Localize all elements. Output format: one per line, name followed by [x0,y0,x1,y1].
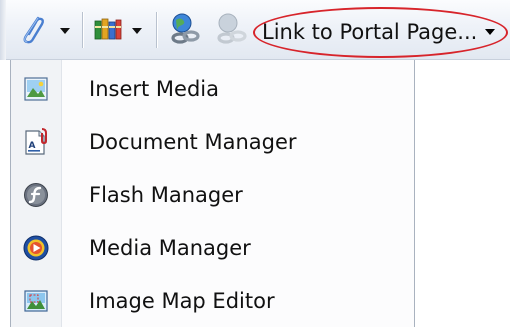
menu-item-media-manager[interactable]: Media Manager [11,222,414,274]
menu-item-flash-manager[interactable]: Flash Manager [11,169,414,221]
books-dropdown-button[interactable] [92,14,142,48]
hyperlink-button[interactable] [168,11,204,51]
insert-dropdown-menu: Insert Media A Document Manager Flash Ma… [10,60,415,327]
svg-text:A: A [29,141,36,151]
hyperlink-icon [168,11,204,51]
toolbar-separator [82,12,83,48]
link-to-portal-page-label: Link to Portal Page... [262,20,478,44]
menu-item-label: Media Manager [89,236,251,260]
media-manager-icon [22,234,50,262]
remove-hyperlink-button[interactable] [214,11,250,51]
flash-manager-icon [22,181,50,209]
menu-item-label: Image Map Editor [89,289,275,313]
menu-item-label: Flash Manager [89,183,243,207]
paperclip-dropdown-button[interactable] [16,14,70,48]
books-icon [92,12,124,50]
link-to-portal-page-dropdown[interactable]: Link to Portal Page... [262,16,496,48]
editor-toolbar: Link to Portal Page... [0,0,510,60]
menu-item-image-map-editor[interactable]: Image Map Editor [11,275,414,327]
menu-item-label: Insert Media [89,77,219,101]
toolbar-grip [0,0,6,60]
image-map-editor-icon [22,287,50,315]
insert-media-icon [22,75,50,103]
remove-hyperlink-icon [214,11,250,51]
toolbar-separator [156,12,157,48]
menu-item-label: Document Manager [89,130,297,154]
document-manager-icon: A [22,128,50,156]
chevron-down-icon[interactable] [485,29,496,35]
menu-item-insert-media[interactable]: Insert Media [11,63,414,115]
menu-item-document-manager[interactable]: A Document Manager [11,116,414,168]
books-dropdown-caret[interactable] [132,28,142,34]
paperclip-icon [16,12,50,50]
paperclip-dropdown-caret[interactable] [60,28,70,34]
